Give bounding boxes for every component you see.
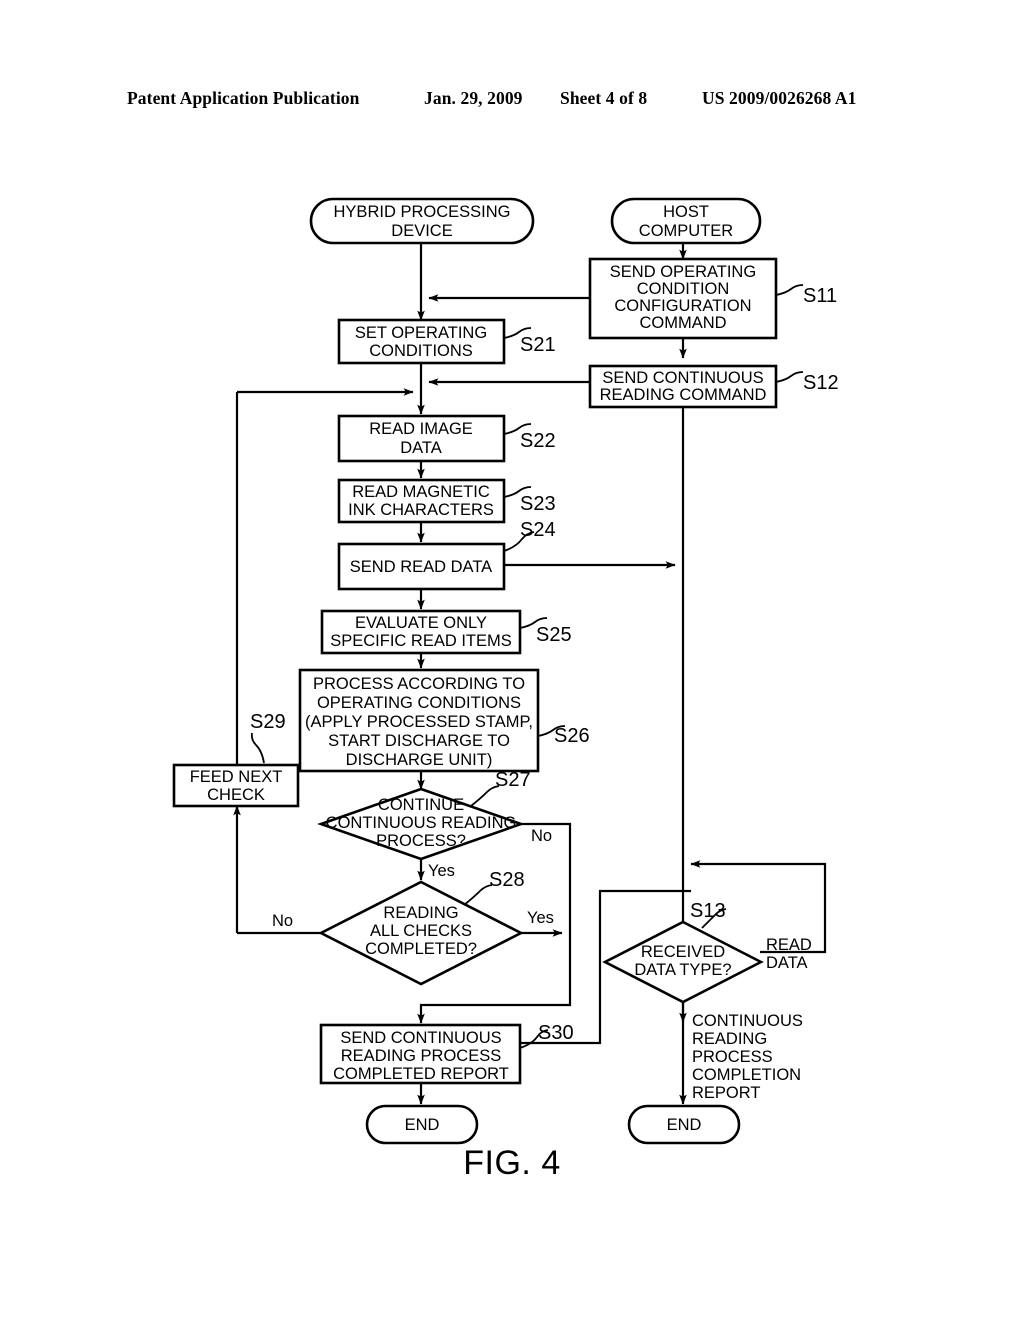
node-s23-line1: READ MAGNETIC [352, 483, 490, 501]
step-label-s25: S25 [536, 624, 572, 646]
leader-line-s12 [775, 371, 804, 383]
step-label-s13: S13 [690, 900, 726, 922]
node-s28-line1: READING [383, 904, 458, 922]
node-s24-send-read-data: SEND READ DATA S24 [337, 519, 556, 591]
node-start-host-line1: HOST [663, 203, 709, 221]
node-s26-line1: PROCESS ACCORDING TO [313, 675, 525, 693]
node-start-host-computer: HOST COMPUTER [610, 197, 762, 245]
node-s12-line1: SEND CONTINUOUS [602, 369, 763, 387]
node-s27-line3: PROCESS? [376, 832, 466, 850]
edge-label-s27-no: No [531, 827, 552, 845]
step-label-s21: S21 [520, 334, 556, 356]
leader-line-s11 [775, 284, 804, 296]
node-s29-line1: FEED NEXT [190, 768, 283, 786]
node-s26-line5: DISCHARGE UNIT) [346, 751, 493, 769]
node-s28-line3: COMPLETED? [365, 940, 477, 958]
node-start-host-line2: COMPUTER [639, 222, 734, 240]
node-end-host-label: END [667, 1116, 702, 1134]
node-s13-line1: RECEIVED [641, 943, 725, 961]
edge-label-s13-read-data-line2: DATA [766, 954, 808, 972]
step-label-s30: S30 [538, 1022, 574, 1044]
node-s21-line1: SET OPERATING [355, 324, 487, 342]
edge-label-s13-completion-line1: CONTINUOUS [692, 1012, 803, 1030]
step-label-s11: S11 [803, 285, 837, 307]
node-s23-read-magnetic-ink-characters: READ MAGNETIC INK CHARACTERS S23 [337, 478, 556, 524]
edge-label-s13-read-data-line1: READ [766, 936, 812, 954]
leader-line-s28 [463, 884, 493, 906]
node-s24-line1: SEND READ DATA [350, 558, 492, 576]
node-end-device: END [365, 1104, 479, 1145]
step-label-s22: S22 [520, 430, 556, 452]
node-s26-line4: START DISCHARGE TO [328, 732, 510, 750]
node-s30-send-continuous-reading-process-completed-report: SEND CONTINUOUS READING PROCESS COMPLETE… [319, 1022, 574, 1085]
node-s28-reading-all-checks-completed: READING ALL CHECKS COMPLETED? S28 No Yes [272, 869, 554, 986]
step-label-s12: S12 [803, 372, 839, 394]
node-s12-line2: READING COMMAND [600, 386, 767, 404]
node-s21-set-operating-conditions: SET OPERATING CONDITIONS S21 [337, 318, 556, 365]
node-s30-line2: READING PROCESS [341, 1047, 501, 1065]
node-s26-line3: (APPLY PROCESSED STAMP, [305, 713, 533, 731]
node-end-device-label: END [405, 1116, 440, 1134]
edge-label-s13-completion-line3: PROCESS [692, 1048, 773, 1066]
step-label-s27: S27 [495, 769, 531, 791]
edge-label-s27-yes: Yes [428, 862, 455, 880]
leader-line-s29 [250, 732, 265, 764]
node-s25-evaluate-only-specific-read-items: EVALUATE ONLY SPECIFIC READ ITEMS S25 [320, 609, 572, 655]
node-s28-line2: ALL CHECKS [370, 922, 472, 940]
node-s23-line2: INK CHARACTERS [348, 501, 494, 519]
step-label-s28: S28 [489, 869, 525, 891]
node-s11-line1: SEND OPERATING [610, 263, 756, 281]
edge-label-s13-completion-line5: REPORT [692, 1084, 760, 1102]
node-s30-line3: COMPLETED REPORT [333, 1065, 509, 1083]
node-s26-process-according-to-operating-conditions: PROCESS ACCORDING TO OPERATING CONDITION… [298, 668, 590, 773]
edge-label-s13-completion-line4: COMPLETION [692, 1066, 801, 1084]
node-s30-line1: SEND CONTINUOUS [340, 1029, 501, 1047]
step-label-s23: S23 [520, 493, 556, 515]
figure-caption-container: FIG. 4 [0, 1144, 1024, 1183]
step-label-s26: S26 [554, 725, 590, 747]
step-label-s29: S29 [250, 711, 286, 733]
node-s27-continue-continuous-reading-process: CONTINUE CONTINUOUS READING PROCESS? S27… [317, 769, 552, 880]
node-s11-line3: CONFIGURATION [614, 297, 751, 315]
flowchart-diagram: HYBRID PROCESSING DEVICE HOST COMPUTER S… [172, 197, 839, 1145]
edge-label-s13-completion-line2: READING [692, 1030, 767, 1048]
node-s11-send-operating-condition-configuration-command: SEND OPERATING CONDITION CONFIGURATION C… [588, 257, 837, 340]
node-s12-send-continuous-reading-command: SEND CONTINUOUS READING COMMAND S12 [588, 364, 839, 409]
node-start-device-line2: DEVICE [391, 222, 452, 240]
figure-caption: FIG. 4 [463, 1144, 561, 1182]
node-s25-line1: EVALUATE ONLY [355, 614, 487, 632]
node-s22-line1: READ IMAGE [369, 420, 473, 438]
node-s13-received-data-type: RECEIVED DATA TYPE? S13 READ DATA CONTIN… [602, 900, 812, 1102]
node-s22-read-image-data: READ IMAGE DATA S22 [337, 414, 556, 463]
edge-label-s28-yes: Yes [527, 909, 554, 927]
node-end-host: END [627, 1104, 741, 1145]
node-start-device-line1: HYBRID PROCESSING [334, 203, 511, 221]
node-s11-line4: COMMAND [639, 314, 726, 332]
node-s29-line2: CHECK [207, 786, 265, 804]
node-s26-line2: OPERATING CONDITIONS [317, 694, 521, 712]
node-s22-line2: DATA [400, 439, 442, 457]
node-s11-line2: CONDITION [637, 280, 730, 298]
step-label-s24: S24 [520, 519, 556, 541]
patent-figure-page: Patent Application Publication Jan. 29, … [0, 0, 1024, 1320]
node-s27-line2: CONTINUOUS READING [326, 814, 517, 832]
node-s27-line1: CONTINUE [378, 796, 464, 814]
edge-label-s28-no: No [272, 912, 293, 930]
node-start-hybrid-processing-device: HYBRID PROCESSING DEVICE [309, 197, 535, 245]
node-s13-line2: DATA TYPE? [634, 961, 731, 979]
node-s21-line2: CONDITIONS [369, 342, 473, 360]
node-s25-line2: SPECIFIC READ ITEMS [330, 632, 512, 650]
